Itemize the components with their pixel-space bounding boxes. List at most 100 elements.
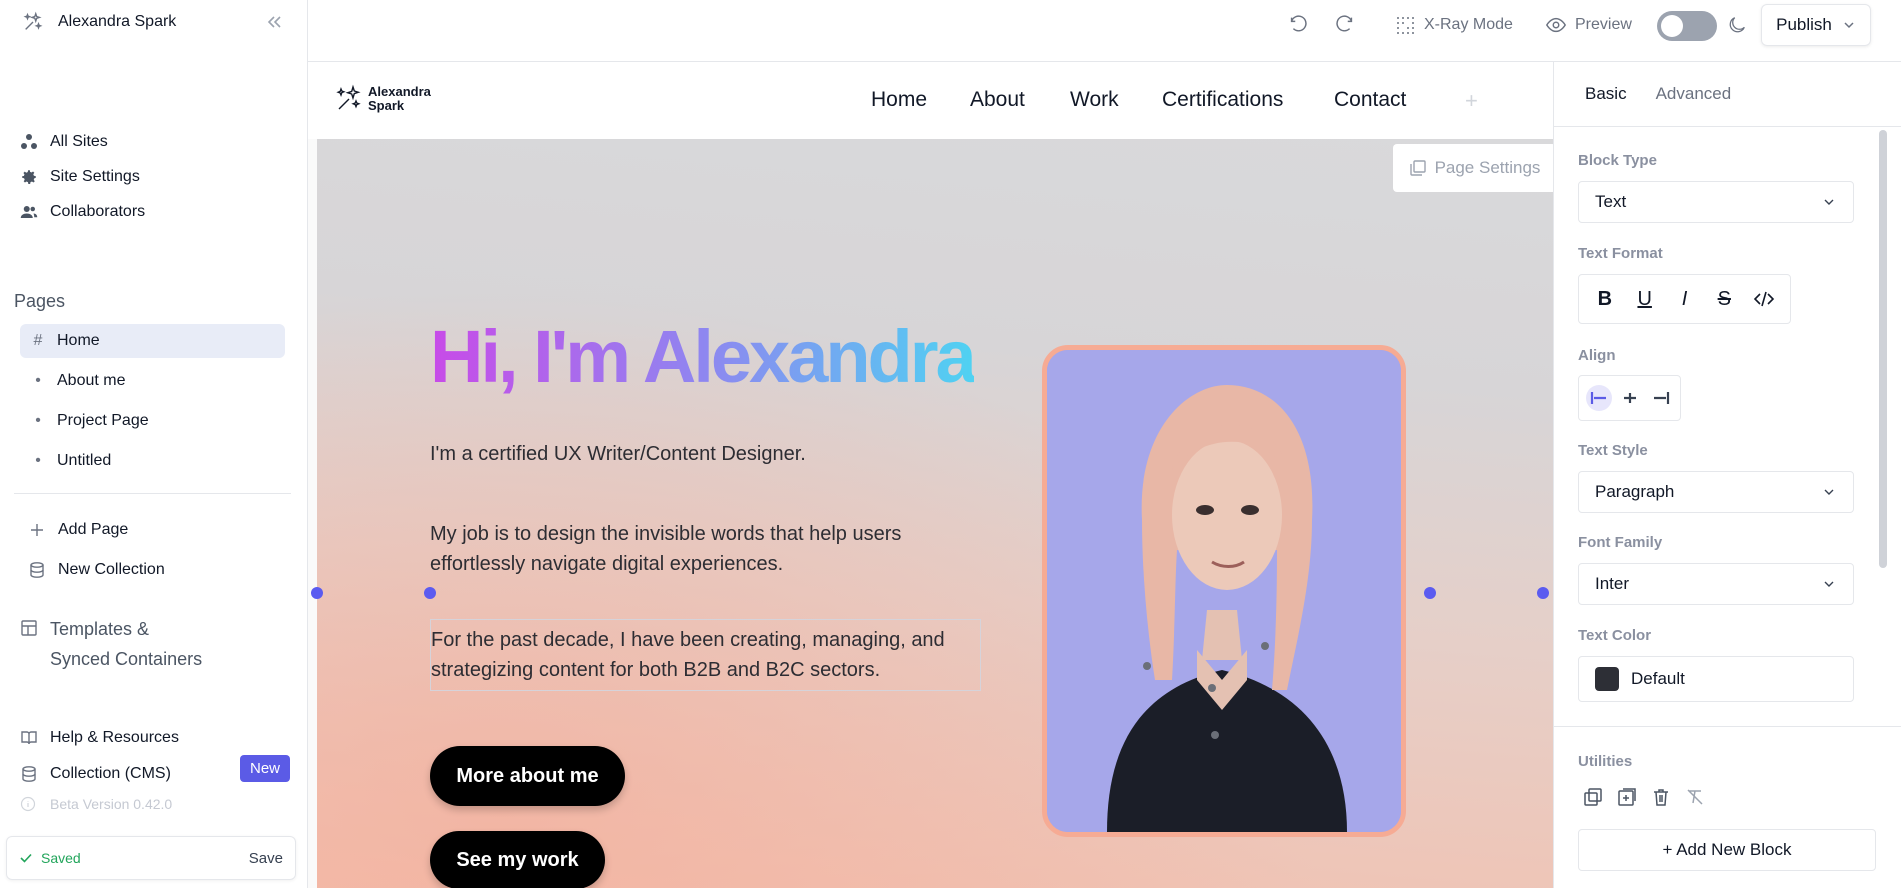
resize-handle-left[interactable]: [424, 587, 436, 599]
resize-handle-right[interactable]: [1424, 587, 1436, 599]
tab-basic[interactable]: Basic: [1585, 84, 1627, 104]
chevron-down-icon: [1824, 199, 1834, 205]
new-collection-button[interactable]: New Collection: [20, 550, 165, 590]
text-style-value: Paragraph: [1595, 482, 1675, 501]
hero-paragraph-2[interactable]: My job is to design the invisible words …: [430, 519, 990, 579]
templates-synced-containers[interactable]: Templates & Synced Containers: [20, 614, 202, 674]
sidebar-item-label: Collaborators: [50, 202, 146, 220]
duplicate-icon[interactable]: [1582, 786, 1604, 808]
italic-icon[interactable]: I: [1669, 284, 1699, 314]
new-collection-label: New Collection: [58, 561, 165, 578]
xray-mode-button[interactable]: X-Ray Mode: [1394, 14, 1513, 36]
sites-icon: [21, 133, 37, 149]
site-nav-contact[interactable]: Contact: [1334, 88, 1406, 112]
clear-format-icon[interactable]: [1684, 786, 1706, 808]
undo-icon: [1290, 15, 1307, 32]
block-type-select[interactable]: Text: [1578, 181, 1854, 223]
preview-button[interactable]: Preview: [1545, 14, 1632, 36]
redo-icon: [1336, 15, 1353, 32]
check-icon: [20, 853, 32, 863]
panel-scrollbar[interactable]: [1879, 130, 1887, 568]
plus-icon: [31, 524, 43, 536]
undo-button[interactable]: [1287, 14, 1309, 36]
trash-icon[interactable]: [1650, 786, 1672, 808]
page-item-label: About me: [57, 372, 126, 389]
site-nav-certifications[interactable]: Certifications: [1162, 88, 1283, 112]
bullet-icon: •: [35, 452, 41, 469]
more-about-me-button[interactable]: More about me: [430, 746, 625, 806]
align-label: Align: [1578, 347, 1616, 364]
page-item-untitled[interactable]: • Untitled: [20, 444, 285, 478]
hero-headline[interactable]: Hi, I'm Alexandra: [430, 314, 977, 399]
grid-dots-icon: [1397, 17, 1414, 34]
help-resources-link[interactable]: Help & Resources: [20, 720, 179, 756]
text-style-select[interactable]: Paragraph: [1578, 471, 1854, 513]
save-status-bar: Saved Save: [6, 836, 296, 880]
save-button[interactable]: Save: [249, 850, 283, 867]
sidebar-item-all-sites[interactable]: All Sites: [20, 124, 145, 159]
people-icon: [20, 205, 38, 218]
add-nav-item-button[interactable]: +: [1465, 88, 1478, 114]
portrait-illustration: [1047, 350, 1401, 832]
publish-button[interactable]: Publish: [1761, 4, 1871, 46]
code-icon[interactable]: [1749, 284, 1779, 314]
beta-label: Beta Version 0.42.0: [50, 796, 173, 812]
properties-panel: Basic Advanced Block Type Text Text Form…: [1553, 62, 1901, 888]
page-item-home[interactable]: # Home: [20, 324, 285, 358]
database-icon: [30, 562, 44, 578]
chevron-down-icon: [1824, 489, 1834, 495]
site-nav-about[interactable]: About: [970, 88, 1025, 112]
page-settings-button[interactable]: Page Settings: [1393, 144, 1553, 192]
strikethrough-icon[interactable]: S: [1709, 284, 1739, 314]
align-left-icon[interactable]: [1585, 385, 1612, 411]
font-family-select[interactable]: Inter: [1578, 563, 1854, 605]
preview-label: Preview: [1575, 16, 1632, 33]
hero-paragraph-1[interactable]: I'm a certified UX Writer/Content Design…: [430, 439, 990, 469]
sparkle-logo-icon: [336, 84, 361, 110]
align-right-icon[interactable]: [1648, 385, 1674, 411]
dark-mode-button[interactable]: [1726, 14, 1748, 36]
page-item-project-page[interactable]: • Project Page: [20, 404, 285, 438]
align-controls: [1578, 375, 1681, 421]
saved-status: Saved: [19, 850, 81, 866]
block-type-label: Block Type: [1578, 152, 1657, 169]
collapse-sidebar-icon[interactable]: [264, 12, 284, 32]
see-my-work-button[interactable]: See my work: [430, 831, 605, 888]
sidebar: Alexandra Spark All Sites Site Settings …: [0, 0, 308, 888]
add-copy-icon[interactable]: [1616, 786, 1638, 808]
database-icon: [22, 766, 36, 782]
site-nav-home[interactable]: Home: [871, 88, 927, 112]
toggle-knob: [1661, 15, 1683, 37]
sidebar-item-site-settings[interactable]: Site Settings: [20, 159, 145, 194]
font-family-value: Inter: [1595, 574, 1630, 593]
preview-toggle[interactable]: [1657, 11, 1717, 41]
sparkle-logo-icon: [23, 11, 43, 30]
site-nav-work[interactable]: Work: [1070, 88, 1119, 112]
bold-icon[interactable]: B: [1590, 284, 1620, 314]
redo-button[interactable]: [1334, 14, 1356, 36]
font-family-label: Font Family: [1578, 534, 1663, 551]
panel-tabs: Basic Advanced: [1585, 84, 1760, 104]
align-center-icon[interactable]: [1617, 385, 1643, 411]
sidebar-item-collaborators[interactable]: Collaborators: [20, 194, 145, 229]
page-item-about-me[interactable]: • About me: [20, 364, 285, 398]
book-icon: [21, 731, 37, 745]
add-new-block-button[interactable]: + Add New Block: [1578, 829, 1876, 871]
hash-icon: #: [33, 332, 43, 349]
utilities-toolbar: [1582, 786, 1706, 808]
hero-paragraph-3-selected[interactable]: For the past decade, I have been creatin…: [430, 619, 981, 691]
text-color-select[interactable]: Default: [1578, 656, 1854, 702]
resize-handle-right-outer[interactable]: [1537, 587, 1549, 599]
brand[interactable]: Alexandra Spark: [22, 10, 176, 34]
editor-canvas: Alexandra Spark Home About Work Certific…: [308, 62, 1553, 888]
tab-advanced[interactable]: Advanced: [1656, 84, 1732, 104]
site-logo[interactable]: Alexandra Spark: [334, 84, 431, 114]
collection-cms-link[interactable]: Collection (CMS): [20, 756, 179, 792]
profile-photo[interactable]: [1042, 345, 1406, 837]
sidebar-divider: [14, 493, 291, 494]
editor-toolbar: X-Ray Mode Preview Publish: [308, 0, 1901, 62]
underline-icon[interactable]: U: [1630, 284, 1660, 314]
panel-divider: [1554, 726, 1901, 727]
add-page-button[interactable]: Add Page: [20, 510, 165, 550]
resize-handle-left-outer[interactable]: [311, 587, 323, 599]
